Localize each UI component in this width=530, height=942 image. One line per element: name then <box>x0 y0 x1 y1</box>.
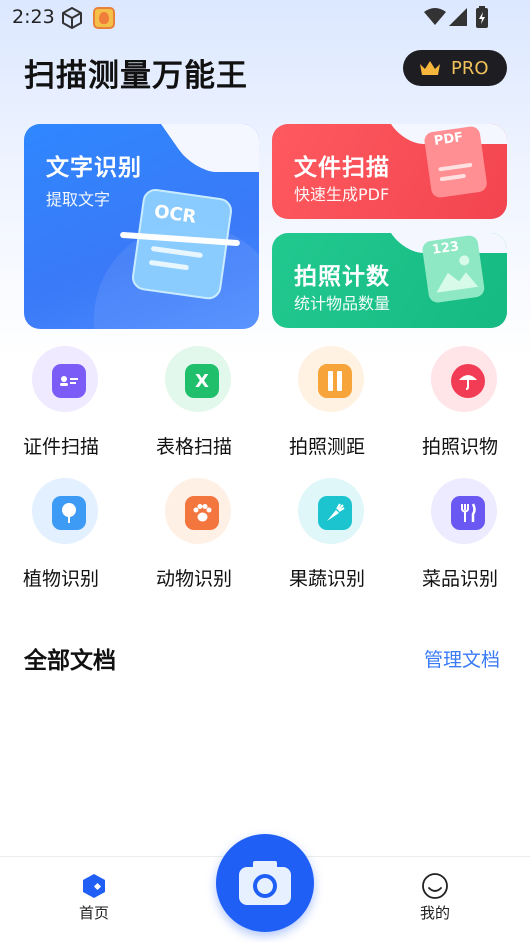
camera-button[interactable] <box>216 834 314 932</box>
scan-subtitle: 快速生成PDF <box>294 185 390 204</box>
cell-signal-icon <box>449 8 467 26</box>
dish-recognition-tool[interactable]: 菜品识别 <box>405 478 515 608</box>
tool-label: 动物识别 <box>155 568 232 590</box>
home-icon <box>83 874 105 898</box>
ocr-card[interactable]: 文字识别 提取文字 OCR <box>24 124 259 329</box>
pro-label: PRO <box>451 57 489 79</box>
ocr-subtitle: 提取文字 <box>46 190 111 209</box>
status-bar: 2:23 <box>0 0 530 36</box>
nav-mine[interactable]: 我的 <box>403 870 467 928</box>
tool-icon-bg <box>431 346 497 412</box>
carrot-icon <box>318 496 352 530</box>
cube-icon <box>62 7 82 29</box>
tool-label: 果蔬识别 <box>288 568 365 590</box>
umbrella-icon <box>451 364 485 398</box>
battery-icon <box>476 6 488 28</box>
id-card-icon <box>52 364 86 398</box>
manage-documents-link[interactable]: 管理文档 <box>424 645 500 672</box>
nav-mine-label: 我的 <box>419 904 450 922</box>
tool-icon-bg <box>298 478 364 544</box>
tool-label: 拍照识物 <box>421 436 498 458</box>
tool-icon-bg <box>165 478 231 544</box>
tool-icon-bg <box>32 346 98 412</box>
notification-app-icon <box>93 7 115 29</box>
tool-label: 植物识别 <box>22 568 99 590</box>
status-time: 2:23 <box>12 6 55 28</box>
profile-smile-icon <box>422 873 448 899</box>
count-subtitle: 统计物品数量 <box>294 294 391 313</box>
documents-title: 全部文档 <box>24 648 116 674</box>
photo-distance-tool[interactable]: 拍照测距 <box>272 346 382 476</box>
crown-icon <box>420 61 440 75</box>
wifi-icon <box>424 8 446 25</box>
tool-label: 证件扫描 <box>22 436 99 458</box>
animal-recognition-tool[interactable]: 动物识别 <box>139 478 249 608</box>
paw-icon <box>185 496 219 530</box>
id-scan-tool[interactable]: 证件扫描 <box>6 346 116 476</box>
ruler-icon <box>318 364 352 398</box>
pro-button[interactable]: PRO <box>403 50 507 86</box>
object-recognition-tool[interactable]: 拍照识物 <box>405 346 515 476</box>
count-title: 拍照计数 <box>294 264 390 290</box>
tool-label: 表格扫描 <box>155 436 232 458</box>
tool-label: 拍照测距 <box>288 436 365 458</box>
nav-home[interactable]: 首页 <box>62 870 126 928</box>
app-title: 扫描测量万能王 <box>24 58 248 94</box>
produce-recognition-tool[interactable]: 果蔬识别 <box>272 478 382 608</box>
tool-label: 菜品识别 <box>421 568 498 590</box>
photo-count-card[interactable]: 拍照计数 统计物品数量 123 <box>272 233 507 328</box>
tool-icon-bg <box>298 346 364 412</box>
ocr-title: 文字识别 <box>46 155 142 181</box>
table-scan-tool[interactable]: X 表格扫描 <box>139 346 249 476</box>
cutlery-icon <box>451 496 485 530</box>
plant-recognition-tool[interactable]: 植物识别 <box>6 478 116 608</box>
card-notch <box>154 124 259 172</box>
camera-icon <box>239 861 291 905</box>
tool-icon-bg: X <box>165 346 231 412</box>
excel-icon: X <box>185 364 219 398</box>
ocr-document-icon <box>120 189 240 300</box>
nav-home-label: 首页 <box>78 904 109 922</box>
file-scan-card[interactable]: 文件扫描 快速生成PDF PDF <box>272 124 507 219</box>
tool-icon-bg <box>431 478 497 544</box>
tree-icon <box>52 496 86 530</box>
tool-icon-bg <box>32 478 98 544</box>
scan-title: 文件扫描 <box>294 155 390 181</box>
